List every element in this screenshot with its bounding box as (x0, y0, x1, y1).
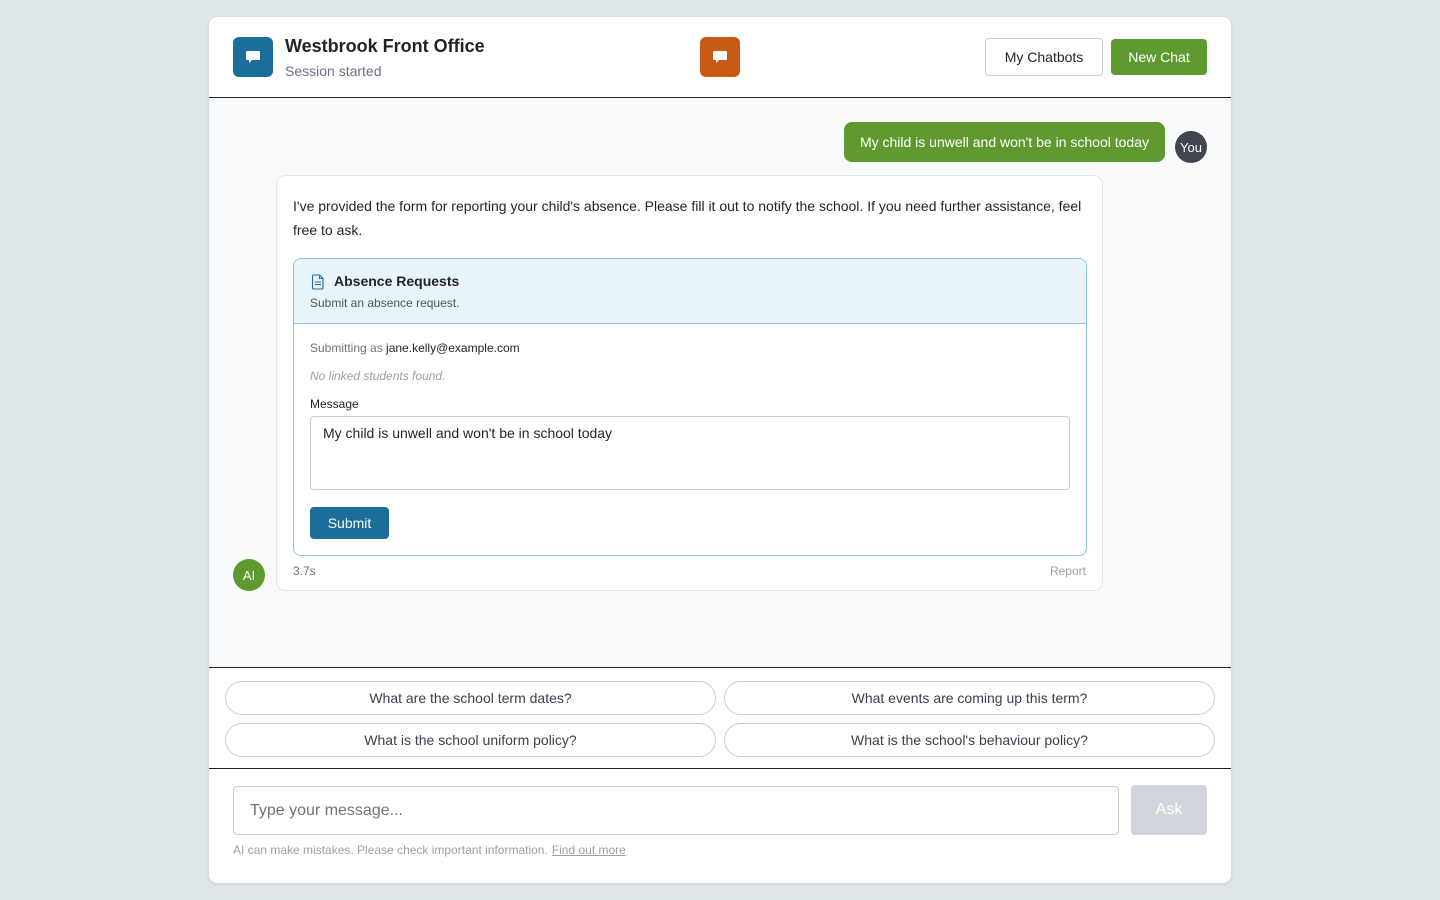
disclaimer-text: AI can make mistakes. Please check impor… (233, 843, 548, 857)
app-header: Westbrook Front Office Session started M… (209, 17, 1231, 98)
ask-button[interactable]: Ask (1131, 785, 1207, 835)
suggestion-chip[interactable]: What are the school term dates? (225, 681, 716, 715)
my-chatbots-button[interactable]: My Chatbots (985, 38, 1103, 76)
response-time: 3.7s (293, 564, 316, 578)
absence-form: Absence Requests Submit an absence reque… (293, 258, 1087, 556)
submitter-email: jane.kelly@example.com (386, 341, 520, 355)
ai-message-text: I've provided the form for reporting you… (293, 198, 1082, 238)
form-header: Absence Requests Submit an absence reque… (294, 259, 1086, 324)
submitting-as: Submitting as jane.kelly@example.com (310, 341, 520, 355)
chat-bubble-icon (233, 37, 273, 77)
suggested-questions: What are the school term dates? What eve… (209, 667, 1231, 769)
chat-area[interactable]: My child is unwell and won't be in schoo… (209, 98, 1231, 667)
app-title: Westbrook Front Office (285, 36, 485, 56)
suggestion-chip[interactable]: What events are coming up this term? (724, 681, 1215, 715)
message-input[interactable] (233, 786, 1119, 835)
ai-message-card: I've provided the form for reporting you… (276, 175, 1103, 591)
new-chat-button[interactable]: New Chat (1111, 39, 1207, 75)
submit-button[interactable]: Submit (310, 507, 389, 539)
document-icon (311, 274, 325, 295)
chat-bubble-icon[interactable] (700, 37, 740, 77)
submitting-as-label: Submitting as (310, 341, 383, 355)
report-link[interactable]: Report (1050, 564, 1086, 578)
no-linked-students: No linked students found. (310, 369, 446, 383)
suggestion-chip[interactable]: What is the school uniform policy? (225, 723, 716, 757)
form-title: Absence Requests (334, 273, 460, 289)
user-avatar: You (1175, 131, 1207, 163)
find-out-more-link[interactable]: Find out more (552, 843, 626, 857)
ai-avatar: AI (233, 559, 265, 591)
disclaimer: AI can make mistakes. Please check impor… (233, 843, 626, 857)
message-label: Message (310, 397, 359, 411)
form-description: Submit an absence request. (310, 296, 460, 310)
chat-window: Westbrook Front Office Session started M… (209, 17, 1231, 883)
suggestion-chip[interactable]: What is the school's behaviour policy? (724, 723, 1215, 757)
user-message: My child is unwell and won't be in schoo… (843, 122, 1165, 162)
message-textarea[interactable]: My child is unwell and won't be in schoo… (310, 416, 1070, 490)
session-status: Session started (285, 63, 382, 79)
